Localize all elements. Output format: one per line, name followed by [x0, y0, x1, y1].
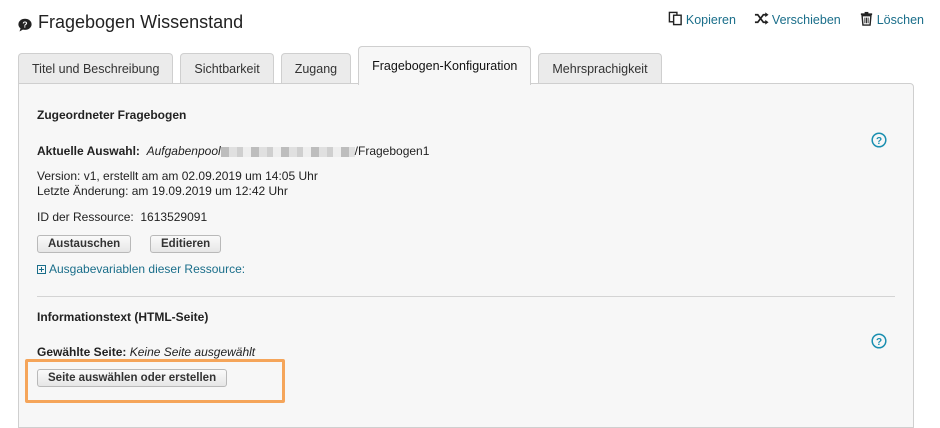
move-button[interactable]: Verschieben	[754, 11, 841, 29]
selected-page-label: Gewählte Seite:	[37, 345, 127, 359]
svg-text:?: ?	[876, 136, 882, 147]
resource-id-label: ID der Ressource:	[37, 210, 134, 224]
redacted-path	[220, 146, 355, 157]
selected-page-value: Keine Seite ausgewählt	[129, 345, 256, 359]
copy-button[interactable]: Kopieren	[668, 11, 736, 29]
tab-bar: Titel und Beschreibung Sichtbarkeit Zuga…	[18, 46, 662, 85]
help-icon[interactable]: ?	[871, 333, 887, 349]
edit-button[interactable]: Editieren	[150, 235, 222, 253]
replace-button[interactable]: Austauschen	[37, 235, 132, 253]
current-selection-prefix: Aufgabenpool	[146, 144, 221, 158]
speech-bubble-question-icon: ?	[18, 16, 32, 31]
delete-button[interactable]: Löschen	[859, 11, 924, 29]
section-divider	[37, 296, 895, 297]
resource-id-value: 1613529091	[140, 210, 208, 224]
configuration-panel: Zugeordneter Fragebogen ? Aktuelle Auswa…	[18, 83, 914, 428]
header-actions: Kopieren Verschieben Löschen	[668, 11, 924, 29]
svg-text:?: ?	[22, 19, 27, 29]
version-info: Version: v1, erstellt am am 02.09.2019 u…	[37, 169, 318, 183]
trash-icon	[859, 11, 874, 29]
move-label: Verschieben	[771, 13, 841, 27]
current-selection-suffix: /Fragebogen1	[354, 144, 430, 158]
expand-plus-icon	[37, 264, 46, 274]
tab-questionnaire-configuration[interactable]: Fragebogen-Konfiguration	[358, 46, 532, 85]
page-title: ? Fragebogen Wissenstand	[18, 12, 243, 33]
copy-icon	[668, 11, 683, 29]
section-title-info-text: Informationstext (HTML-Seite)	[37, 310, 209, 324]
selected-page-row: Gewählte Seite: Keine Seite ausgewählt	[37, 345, 255, 359]
svg-text:?: ?	[876, 337, 882, 348]
output-variables-label: Ausgabevariablen dieser Ressource:	[49, 262, 246, 276]
help-icon[interactable]: ?	[871, 132, 887, 148]
tab-multilingual[interactable]: Mehrsprachigkeit	[538, 53, 662, 84]
shuffle-icon	[754, 11, 769, 29]
section-title-assigned-questionnaire: Zugeordneter Fragebogen	[37, 108, 187, 122]
tab-title-description[interactable]: Titel und Beschreibung	[18, 53, 174, 84]
select-or-create-page-button[interactable]: Seite auswählen oder erstellen	[37, 369, 228, 387]
current-selection-row: Aktuelle Auswahl: Aufgabenpool/Frageboge…	[37, 144, 429, 158]
resource-id-row: ID der Ressource: 1613529091	[37, 210, 207, 224]
page-header: ? Fragebogen Wissenstand Kopieren Versch…	[18, 10, 924, 40]
page-title-text: Fragebogen Wissenstand	[38, 12, 244, 32]
tab-access[interactable]: Zugang	[280, 53, 352, 84]
delete-label: Löschen	[876, 13, 924, 27]
copy-label: Kopieren	[685, 13, 736, 27]
output-variables-link[interactable]: Ausgabevariablen dieser Ressource:	[37, 262, 245, 276]
tab-visibility[interactable]: Sichtbarkeit	[180, 53, 274, 84]
last-changed-info: Letzte Änderung: am 19.09.2019 um 12:42 …	[37, 184, 288, 198]
current-selection-label: Aktuelle Auswahl:	[37, 144, 140, 158]
